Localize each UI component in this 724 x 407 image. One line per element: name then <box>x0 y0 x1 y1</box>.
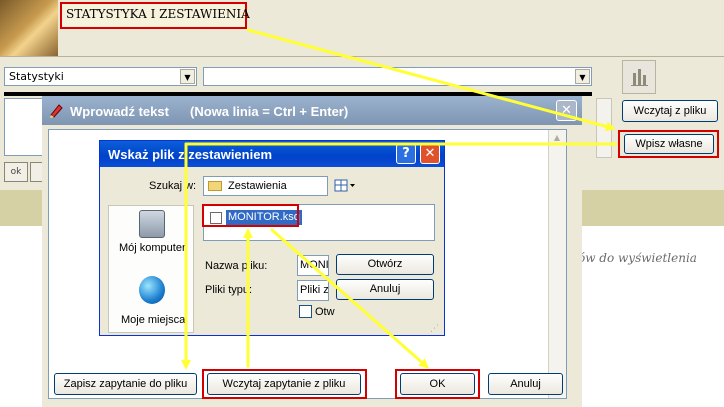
arrow-title-to-enter-own <box>246 28 616 132</box>
arrow-file-to-ok <box>270 228 429 369</box>
annotation-arrows <box>181 28 618 370</box>
